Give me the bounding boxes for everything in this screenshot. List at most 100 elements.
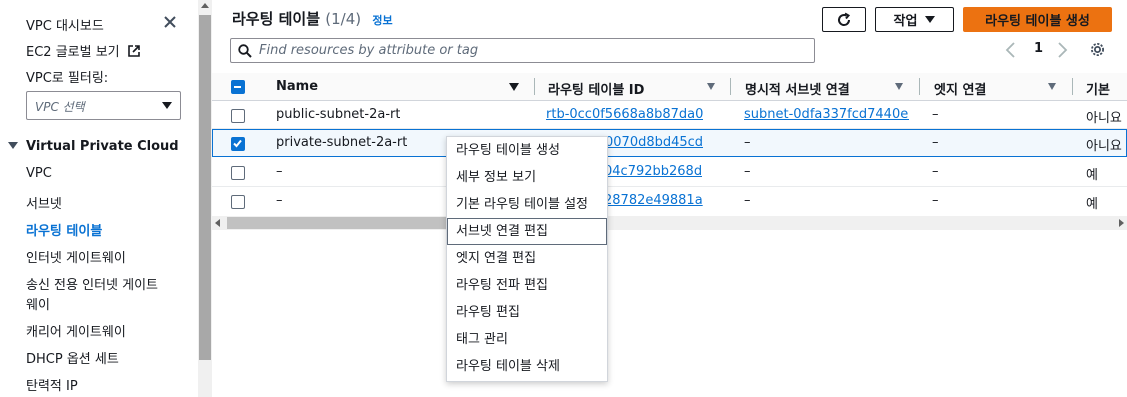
actions-label: 작업 <box>893 14 918 29</box>
sort-descending-icon[interactable] <box>509 83 519 91</box>
section-virtual-private-cloud[interactable]: Virtual Private Cloud <box>8 139 179 154</box>
close-icon[interactable] <box>162 14 178 30</box>
search-icon <box>238 44 252 58</box>
sidebar-item-elastic-ips[interactable]: 탄력적 IP <box>26 375 78 394</box>
cell-main: 아니요 <box>1086 139 1122 154</box>
cell-subnet[interactable]: subnet-0dfa337fcd7440e... <box>744 107 909 122</box>
cell-edge: – <box>932 164 939 179</box>
table-row[interactable]: – 04c792bb268d – – 예 <box>212 159 1127 187</box>
sidebar-item-egress-only-igw-cont[interactable]: 웨이 <box>26 294 50 313</box>
column-header-main[interactable]: 기본 <box>1086 79 1110 98</box>
table-row[interactable]: – 28782e49881a – – 예 <box>212 187 1127 215</box>
row-checkbox[interactable] <box>231 109 245 123</box>
caret-down-icon <box>925 16 936 23</box>
sidebar: VPC 대시보드 EC2 글로벌 보기 VPC로 필터링: VPC 선택 Vir… <box>0 0 198 397</box>
cell-edge: – <box>932 193 939 208</box>
page-number[interactable]: 1 <box>1034 41 1043 56</box>
menu-item-view-details[interactable]: 세부 정보 보기 <box>447 164 607 191</box>
column-header-edge[interactable]: 엣지 연결 <box>934 79 986 98</box>
menu-item-edit-subnet-associations[interactable]: 서브넷 연결 편집 <box>447 218 607 245</box>
cell-route-table-id[interactable]: 04c792bb268d <box>604 164 702 179</box>
table-horizontal-scrollbar[interactable] <box>212 216 1127 230</box>
section-title: Virtual Private Cloud <box>26 139 179 154</box>
create-route-table-button[interactable]: 라우팅 테이블 생성 <box>963 7 1112 32</box>
search-bar[interactable] <box>230 38 815 63</box>
row-checkbox[interactable] <box>231 195 245 209</box>
sidebar-item-subnets[interactable]: 서브넷 <box>26 193 62 212</box>
scrollbar-thumb[interactable] <box>227 217 447 229</box>
cell-route-table-id[interactable]: rtb-0cc0f5668a8b87da0 <box>546 107 703 122</box>
menu-item-manage-tags[interactable]: 태그 관리 <box>447 326 607 353</box>
cell-subnet: – <box>744 164 751 179</box>
sidebar-item-internet-gateways[interactable]: 인터넷 게이트웨이 <box>26 247 126 266</box>
search-input[interactable] <box>259 41 809 60</box>
table-row-selected[interactable]: private-subnet-2a-rt 0070d8bd45cd – – 아니… <box>212 129 1127 157</box>
cell-edge: – <box>932 135 939 150</box>
scroll-right-icon[interactable] <box>1119 219 1124 227</box>
refresh-button[interactable] <box>822 7 866 32</box>
cell-route-table-id[interactable]: 0070d8bd45cd <box>605 135 703 150</box>
row-checkbox-checked[interactable] <box>231 137 245 151</box>
sidebar-item-ec2-global-view[interactable]: EC2 글로벌 보기 <box>26 41 140 60</box>
main-content: 라우팅 테이블 (1/4) 정보 작업 라우팅 테이블 생성 1 Name 라우… <box>212 0 1127 397</box>
cell-name: private-subnet-2a-rt <box>276 135 408 150</box>
cell-subnet: – <box>744 193 751 208</box>
cell-main: 예 <box>1086 168 1098 183</box>
caret-down-icon <box>162 102 172 109</box>
cell-subnet: – <box>744 135 751 150</box>
column-divider[interactable] <box>1072 78 1073 95</box>
sidebar-item-egress-only-igw[interactable]: 송신 전용 인터넷 게이트 <box>26 274 158 293</box>
menu-item-delete-route-table[interactable]: 라우팅 테이블 삭제 <box>447 353 607 380</box>
column-header-explicit-subnet[interactable]: 명시적 서브넷 연결 <box>745 79 850 98</box>
page-title-text: 라우팅 테이블 <box>232 10 321 28</box>
cell-name: – <box>276 164 283 179</box>
vpc-filter-select[interactable]: VPC 선택 <box>26 91 181 120</box>
menu-item-create-route-table[interactable]: 라우팅 테이블 생성 <box>447 137 607 164</box>
cell-main: 예 <box>1086 197 1098 212</box>
sort-icon[interactable] <box>895 83 903 90</box>
chevron-left-icon[interactable] <box>1004 40 1018 60</box>
cell-name: public-subnet-2a-rt <box>276 107 401 122</box>
info-link[interactable]: 정보 <box>372 14 392 27</box>
menu-item-set-main-route-table[interactable]: 기본 라우팅 테이블 설정 <box>447 191 607 218</box>
menu-item-edit-routes[interactable]: 라우팅 편집 <box>447 299 607 326</box>
scroll-left-icon[interactable] <box>215 219 220 227</box>
table-row[interactable]: public-subnet-2a-rt rtb-0cc0f5668a8b87da… <box>212 101 1127 129</box>
vpc-filter-label: VPC로 필터링: <box>26 71 109 86</box>
menu-item-edit-route-propagation[interactable]: 라우팅 전파 편집 <box>447 272 607 299</box>
sort-icon[interactable] <box>707 83 715 90</box>
actions-context-menu: 라우팅 테이블 생성 세부 정보 보기 기본 라우팅 테이블 설정 서브넷 연결… <box>446 136 608 382</box>
column-divider[interactable] <box>534 78 535 95</box>
scrollbar-thumb[interactable] <box>199 15 211 360</box>
column-header-name[interactable]: Name <box>276 79 318 94</box>
sidebar-scrollbar[interactable] <box>198 0 212 397</box>
refresh-icon <box>838 12 851 26</box>
selection-count: (1/4) <box>325 10 362 28</box>
caret-down-icon <box>8 142 18 149</box>
check-icon <box>233 139 242 148</box>
vpc-filter-placeholder: VPC 선택 <box>35 100 85 114</box>
column-divider[interactable] <box>730 78 731 95</box>
select-all-checkbox[interactable] <box>231 80 245 94</box>
row-checkbox[interactable] <box>231 166 245 180</box>
scroll-up-icon[interactable] <box>201 3 209 8</box>
sidebar-item-dhcp-options[interactable]: DHCP 옵션 세트 <box>26 348 119 367</box>
cell-name: – <box>276 193 283 208</box>
sidebar-item-route-tables[interactable]: 라우팅 테이블 <box>26 220 102 239</box>
column-header-route-table-id[interactable]: 라우팅 테이블 ID <box>548 79 644 98</box>
sidebar-item-vpc[interactable]: VPC <box>26 166 52 181</box>
page-title: 라우팅 테이블 (1/4) 정보 <box>232 8 393 29</box>
table-header: Name 라우팅 테이블 ID 명시적 서브넷 연결 엣지 연결 기본 <box>212 73 1127 101</box>
external-link-icon <box>127 45 140 57</box>
sidebar-item-carrier-gateways[interactable]: 캐리어 게이트웨이 <box>26 321 126 340</box>
sidebar-item-label: EC2 글로벌 보기 <box>26 45 120 60</box>
cell-main: 아니요 <box>1086 111 1122 126</box>
actions-button[interactable]: 작업 <box>875 7 954 32</box>
sort-icon[interactable] <box>1048 83 1056 90</box>
gear-icon[interactable] <box>1089 41 1106 58</box>
menu-item-edit-edge-associations[interactable]: 엣지 연결 편집 <box>447 245 607 272</box>
cell-route-table-id[interactable]: 28782e49881a <box>604 193 703 208</box>
column-divider[interactable] <box>919 78 920 95</box>
chevron-right-icon[interactable] <box>1055 40 1069 60</box>
sidebar-item-vpc-dashboard[interactable]: VPC 대시보드 <box>26 15 104 34</box>
